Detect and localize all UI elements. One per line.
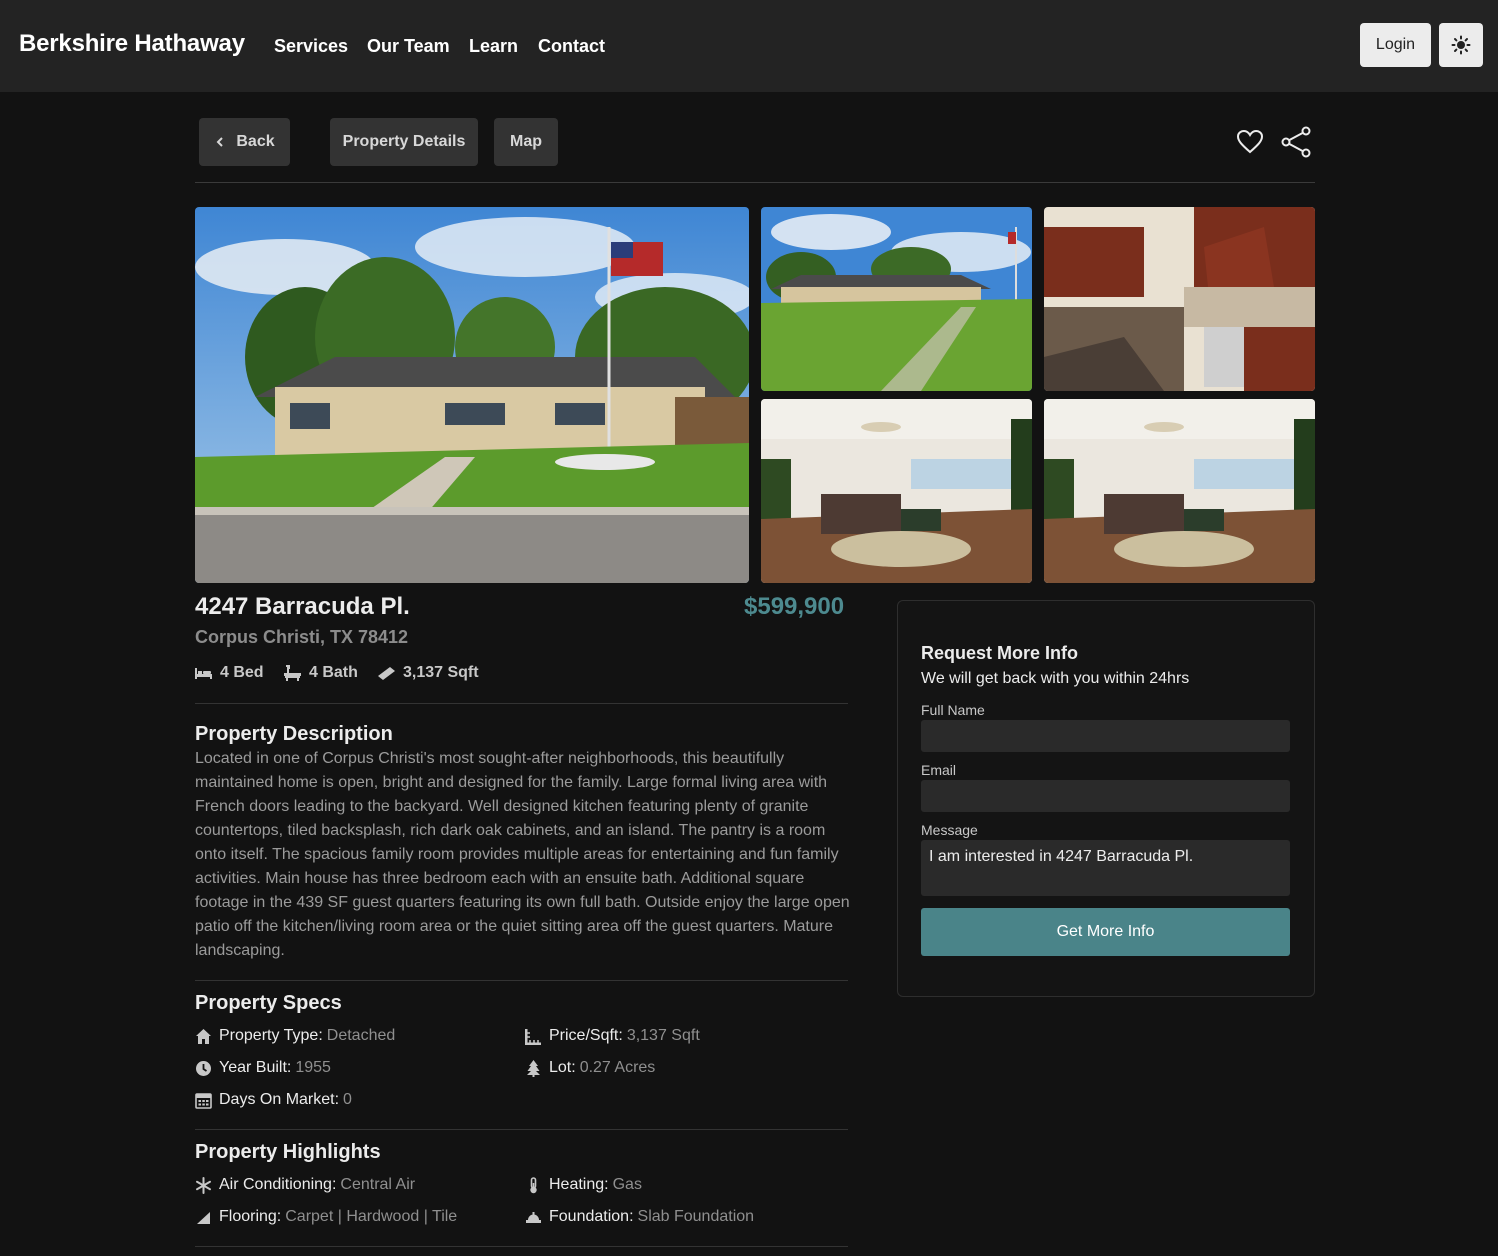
ruler-diagonal-icon — [378, 667, 395, 680]
top-navigation-bar: Berkshire Hathaway Services Our Team Lea… — [0, 0, 1498, 92]
listing-price: $599,900 — [744, 593, 845, 620]
spec-lot: Lot: 0.27 Acres — [525, 1059, 655, 1077]
full-name-input[interactable] — [921, 720, 1290, 752]
gallery-photo-5[interactable] — [1044, 399, 1315, 583]
highlight-flooring: Flooring: Carpet | Hardwood | Tile — [195, 1208, 457, 1226]
gallery-photo-4[interactable] — [761, 399, 1032, 583]
section-divider — [195, 980, 848, 981]
spec-property-type: Property Type: Detached — [195, 1027, 395, 1045]
calendar-icon — [195, 1092, 212, 1109]
clock-icon — [195, 1060, 212, 1077]
spec-year-built: Year Built: 1955 — [195, 1059, 331, 1077]
action-row-divider — [195, 182, 1315, 183]
highlight-value: Gas — [612, 1176, 642, 1193]
stat-beds: 4 Bed — [195, 664, 264, 682]
spec-label: Lot: — [549, 1059, 576, 1076]
tab-map[interactable]: Map — [494, 118, 558, 166]
message-label: Message — [921, 822, 978, 838]
theme-toggle-button[interactable] — [1439, 23, 1483, 67]
highlight-value: Central Air — [340, 1176, 416, 1193]
gallery-photo-3[interactable] — [1044, 207, 1315, 391]
bath-icon — [284, 665, 301, 681]
stat-baths: 4 Bath — [284, 664, 358, 682]
login-button[interactable]: Login — [1360, 23, 1431, 67]
signal-icon — [195, 1209, 212, 1226]
spec-value: Detached — [326, 1027, 396, 1044]
stat-sqft: 3,137 Sqft — [378, 664, 479, 682]
snowflake-icon — [195, 1176, 212, 1194]
spec-price-sqft: Price/Sqft: 3,137 Sqft — [525, 1027, 700, 1045]
form-title: Request More Info — [921, 643, 1079, 663]
sqft-value: 3,137 Sqft — [403, 664, 479, 681]
nav-contact[interactable]: Contact — [538, 36, 605, 57]
share-icon[interactable] — [1280, 126, 1312, 158]
back-button[interactable]: Back — [199, 118, 290, 166]
back-button-label: Back — [236, 133, 275, 150]
description-title: Property Description — [195, 723, 393, 745]
spec-label: Days On Market: — [219, 1091, 340, 1108]
highlight-foundation: Foundation: Slab Foundation — [525, 1208, 754, 1226]
gallery-photo-2[interactable] — [761, 207, 1032, 391]
highlight-value: Slab Foundation — [637, 1208, 755, 1225]
highlight-value: Carpet | Hardwood | Tile — [285, 1208, 458, 1225]
listing-city: Corpus Christi, TX 78412 — [195, 627, 409, 647]
spec-days-on-market: Days On Market: 0 — [195, 1091, 352, 1109]
highlight-air-conditioning: Air Conditioning: Central Air — [195, 1176, 415, 1194]
baths-count: 4 Bath — [309, 664, 358, 681]
description-text: Located in one of Corpus Christi's most … — [195, 750, 850, 959]
home-icon — [195, 1028, 212, 1045]
section-divider — [195, 703, 848, 704]
sun-icon — [1451, 35, 1471, 55]
email-label: Email — [921, 762, 957, 778]
spec-label: Year Built: — [219, 1059, 292, 1076]
beds-count: 4 Bed — [220, 664, 264, 681]
bed-icon — [195, 668, 212, 679]
spec-label: Property Type: — [219, 1027, 323, 1044]
full-name-label: Full Name — [921, 702, 985, 718]
thermometer-icon — [525, 1176, 542, 1194]
spec-value: 1955 — [295, 1059, 331, 1076]
chevron-left-icon — [216, 137, 224, 147]
section-divider — [195, 1129, 848, 1130]
tab-property-details[interactable]: Property Details — [330, 118, 478, 166]
nav-our-team[interactable]: Our Team — [367, 36, 450, 57]
highlight-label: Flooring: — [219, 1208, 282, 1225]
tree-icon — [525, 1059, 542, 1077]
spec-value: 3,137 Sqft — [626, 1027, 700, 1044]
email-input[interactable] — [921, 780, 1290, 812]
highlight-heating: Heating: Gas — [525, 1176, 642, 1194]
spec-value: 0 — [343, 1091, 352, 1108]
form-subtitle: We will get back with you within 24hrs — [921, 670, 1190, 687]
spec-label: Price/Sqft: — [549, 1027, 623, 1044]
nav-services[interactable]: Services — [274, 36, 348, 57]
section-divider — [195, 1246, 848, 1247]
nav-learn[interactable]: Learn — [469, 36, 518, 57]
spec-value: 0.27 Acres — [579, 1059, 656, 1076]
message-textarea[interactable]: I am interested in 4247 Barracuda Pl. — [921, 840, 1290, 896]
heart-icon[interactable] — [1236, 128, 1264, 156]
highlights-title: Property Highlights — [195, 1141, 381, 1163]
gallery-main-photo[interactable] — [195, 207, 749, 583]
highlight-label: Foundation: — [549, 1208, 634, 1225]
highlight-label: Heating: — [549, 1176, 609, 1193]
specs-title: Property Specs — [195, 992, 342, 1014]
foundation-icon — [525, 1209, 542, 1226]
get-more-info-button[interactable]: Get More Info — [921, 908, 1290, 956]
ruler-icon — [525, 1028, 542, 1045]
listing-address: 4247 Barracuda Pl. — [195, 593, 410, 620]
highlight-label: Air Conditioning: — [219, 1176, 337, 1193]
brand-logo[interactable]: Berkshire Hathaway — [19, 30, 245, 58]
